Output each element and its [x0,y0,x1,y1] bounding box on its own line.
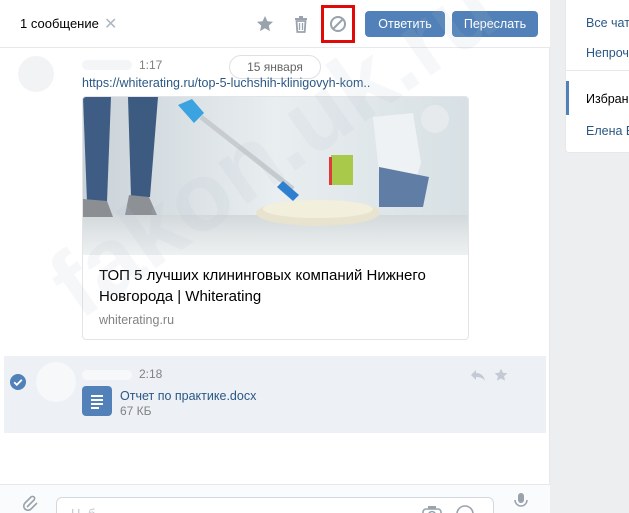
link-preview-title[interactable]: ТОП 5 лучших клининговых компаний Нижнег… [99,265,459,307]
reply-button[interactable]: Ответить [365,11,445,37]
link-preview-image[interactable] [83,97,468,255]
star-icon[interactable] [255,14,275,34]
checkmark-icon[interactable] [10,374,26,390]
avatar[interactable] [18,56,54,92]
attach-icon[interactable] [22,493,40,513]
sender-name[interactable] [82,370,132,380]
microphone-icon[interactable] [513,491,529,513]
document-icon[interactable] [82,386,112,416]
message-input-placeholder: Н б [71,506,97,513]
close-icon[interactable]: ✕ [104,14,117,34]
forward-button[interactable]: Переслать [452,11,538,37]
selection-toolbar: 1 сообщение ✕ Ответить Переслать [0,0,550,48]
link-preview-domain: whiterating.ru [99,313,175,327]
chat-area: 1 сообщение ✕ Ответить Переслать 1:17 15… [0,0,550,513]
attachment-name[interactable]: Отчет по практике.docx [120,389,256,403]
divider [566,70,629,71]
folder-contact[interactable]: Елена Е [586,124,629,138]
chat-folders-panel: Все чат Непроч Избран Елена Е [565,0,629,153]
attachment-size: 67 КБ [120,404,152,418]
message-time[interactable]: 2:18 [139,367,162,381]
message-time[interactable]: 1:17 [139,58,162,72]
highlight-box [321,5,355,43]
link-preview-card[interactable]: ТОП 5 лучших клининговых компаний Нижнег… [82,96,469,340]
sender-name[interactable] [82,60,132,70]
folder-favorites[interactable]: Избран [586,92,629,106]
folder-all-chats[interactable]: Все чат [586,16,629,30]
message-link[interactable]: https://whiterating.ru/top-5-luchshih-kl… [82,76,370,90]
reply-icon[interactable] [470,367,486,383]
star-icon[interactable] [493,367,509,383]
message-input[interactable]: Н б [56,497,494,513]
selection-count: 1 сообщение [20,16,99,31]
emoji-icon[interactable] [455,504,475,513]
avatar[interactable] [36,362,76,402]
camera-icon[interactable] [421,504,443,513]
active-indicator [566,81,569,115]
trash-icon[interactable] [291,14,311,34]
folder-unread[interactable]: Непроч [586,46,629,60]
